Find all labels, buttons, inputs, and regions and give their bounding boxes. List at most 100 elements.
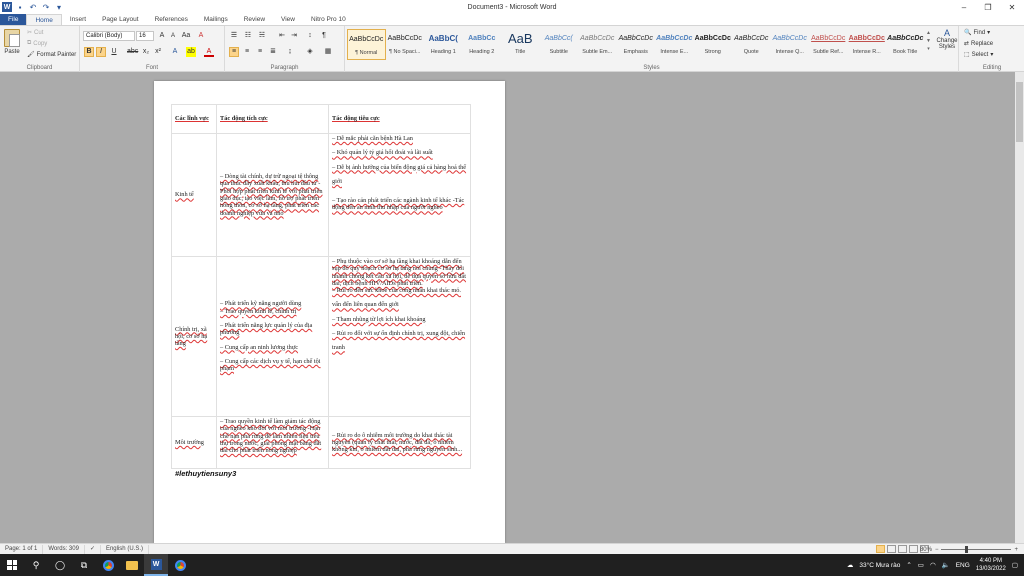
style-book-title[interactable]: AaBbCcDc Book Title xyxy=(886,29,925,60)
cortana-icon[interactable]: ◯ xyxy=(48,554,72,576)
document-page[interactable]: Các lĩnh vực Tác động tích cực Tác động … xyxy=(154,81,505,543)
font-size-select[interactable]: 16 xyxy=(136,31,154,41)
style-heading-1[interactable]: AaBbC(Heading 1 xyxy=(424,29,463,60)
restore-icon[interactable]: ❐ xyxy=(976,0,1000,14)
replace-button[interactable]: ⇄ Replace xyxy=(964,40,993,48)
page-count[interactable]: Page: 1 of 1 xyxy=(0,544,44,554)
numbering-icon[interactable]: ☷ xyxy=(243,31,253,41)
zoom-slider[interactable] xyxy=(941,546,1012,553)
font-color-icon[interactable]: A xyxy=(204,47,214,57)
clear-formatting-icon[interactable]: A xyxy=(196,31,206,41)
scrollbar-thumb[interactable] xyxy=(1016,82,1023,142)
style-subtitle[interactable]: AaBbCc(Subtitle xyxy=(540,29,579,60)
bullets-icon[interactable]: ☰ xyxy=(229,31,239,41)
sort-icon[interactable]: ↕ xyxy=(305,31,315,41)
underline-button[interactable]: U xyxy=(109,47,119,57)
style-no-spacing[interactable]: AaBbCcDc ¶ No Spaci... xyxy=(386,29,425,60)
row-negative[interactable]: – Rủi ro do ô nhiễm môi trường do khai t… xyxy=(328,416,471,469)
word-count[interactable]: Words: 309 xyxy=(43,544,85,554)
style-quote[interactable]: AaBbCcDc Quote xyxy=(732,29,771,60)
clock[interactable]: 4:40 PM 13/03/2022 xyxy=(976,557,1006,573)
tab-file[interactable]: File xyxy=(0,14,27,25)
highlight-icon[interactable]: ab xyxy=(186,47,196,57)
multilevel-list-icon[interactable]: ☵ xyxy=(257,31,267,41)
word-taskbar-icon[interactable]: W xyxy=(144,554,168,576)
print-layout-icon[interactable] xyxy=(876,545,885,553)
redo-icon[interactable]: ↷ xyxy=(41,2,51,12)
undo-icon[interactable]: ↶ xyxy=(28,2,38,12)
decrease-indent-icon[interactable]: ⇤ xyxy=(277,31,287,41)
zoom-slider-knob[interactable] xyxy=(965,546,969,553)
row-negative[interactable]: – Phụ thuộc vào cơ sở hạ tầng khai khoán… xyxy=(328,256,471,417)
styles-scroll[interactable]: ▲ ▼ ▾ xyxy=(926,30,931,52)
full-screen-reading-icon[interactable] xyxy=(887,545,896,553)
chrome-icon[interactable] xyxy=(96,554,120,576)
zoom-level[interactable]: 80% xyxy=(920,547,932,553)
tab-references[interactable]: References xyxy=(147,14,196,25)
change-styles-button[interactable]: A Change Styles xyxy=(935,29,959,51)
row-field[interactable]: Chính trị, xã hội, cơ sở hạ tầng xyxy=(171,256,217,417)
language-indicator[interactable]: English (U.S.) xyxy=(101,544,149,554)
align-right-icon[interactable]: ≡ xyxy=(255,47,265,57)
strikethrough-button[interactable]: abc xyxy=(127,47,138,57)
tab-mailings[interactable]: Mailings xyxy=(196,14,236,25)
wifi-icon[interactable]: ◠ xyxy=(930,561,936,569)
find-button[interactable]: 🔍 Find ▾ xyxy=(964,29,990,37)
cut-button[interactable]: ✂ Cut xyxy=(27,29,43,37)
close-icon[interactable]: ✕ xyxy=(1000,0,1024,14)
align-left-icon[interactable]: ≡ xyxy=(229,47,239,57)
grow-font-icon[interactable]: A xyxy=(157,31,167,41)
customize-qat-icon[interactable]: ▾ xyxy=(54,2,64,12)
style-intense-emphasis[interactable]: AaBbCcDc Intense E... xyxy=(655,29,694,60)
save-icon[interactable]: ▪ xyxy=(15,2,25,12)
input-language[interactable]: ENG xyxy=(956,562,970,569)
style-emphasis[interactable]: AaBbCcDc Emphasis xyxy=(617,29,656,60)
minimize-icon[interactable]: – xyxy=(952,0,976,14)
row-positive[interactable]: – Dòng tài chính, dự trữ ngoại tệ thông … xyxy=(216,133,329,257)
show-marks-icon[interactable]: ¶ xyxy=(319,31,329,41)
tab-page-layout[interactable]: Page Layout xyxy=(94,14,147,25)
zoom-in-icon[interactable]: + xyxy=(1014,547,1018,553)
outline-icon[interactable] xyxy=(909,545,918,553)
search-icon[interactable]: ⚲ xyxy=(24,554,48,576)
tab-view[interactable]: View xyxy=(273,14,303,25)
bold-button[interactable]: B xyxy=(84,47,94,57)
weather-icon[interactable]: ☁ xyxy=(847,561,854,569)
borders-icon[interactable]: ▦ xyxy=(323,47,333,57)
web-layout-icon[interactable] xyxy=(898,545,907,553)
format-painter-button[interactable]: 🖌 Format Painter xyxy=(27,51,76,59)
style-title[interactable]: AaB Title xyxy=(501,29,540,60)
weather-text[interactable]: 33°C Mưa rào xyxy=(859,562,900,569)
zoom-out-icon[interactable]: − xyxy=(935,547,939,553)
italic-button[interactable]: I xyxy=(96,47,106,57)
line-spacing-icon[interactable]: ↨ xyxy=(285,47,295,57)
superscript-button[interactable]: x² xyxy=(153,47,163,57)
justify-icon[interactable]: ≣ xyxy=(268,47,278,57)
change-case-icon[interactable]: Aa xyxy=(181,31,191,41)
notifications-icon[interactable]: ▢ xyxy=(1012,561,1018,569)
header-positive[interactable]: Tác động tích cực xyxy=(216,104,329,134)
increase-indent-icon[interactable]: ⇥ xyxy=(289,31,299,41)
chevron-up-icon[interactable]: ⌃ xyxy=(906,561,911,569)
text-effects-icon[interactable]: A xyxy=(170,47,180,57)
content-table[interactable]: Các lĩnh vực Tác động tích cực Tác động … xyxy=(171,104,471,469)
header-field[interactable]: Các lĩnh vực xyxy=(171,104,217,134)
tab-insert[interactable]: Insert xyxy=(62,14,94,25)
start-button[interactable] xyxy=(0,554,24,576)
row-field[interactable]: Môi trường xyxy=(171,416,217,469)
paste-button[interactable]: Paste xyxy=(4,29,20,55)
row-negative[interactable]: – Dễ mắc phải căn bệnh Hà Lan – Khó quản… xyxy=(328,133,471,257)
network-icon[interactable]: ▭ xyxy=(918,561,924,569)
row-field[interactable]: Kinh tế xyxy=(171,133,217,257)
proofing-icon[interactable]: ✓ xyxy=(85,544,101,554)
word-logo-icon[interactable]: W xyxy=(2,2,12,12)
style-subtle-reference[interactable]: AaBbCcDc Subtle Ref... xyxy=(809,29,848,60)
font-family-select[interactable]: Calibri (Body) xyxy=(83,31,135,41)
row-positive[interactable]: – Trao quyền kinh tế làm giảm tác động c… xyxy=(216,416,329,469)
style-normal[interactable]: AaBbCcDc ¶ Normal xyxy=(347,29,386,60)
style-heading-2[interactable]: AaBbCc Heading 2 xyxy=(463,29,502,60)
hashtag-text[interactable]: #lethuytiensuny3 xyxy=(175,469,236,478)
subscript-button[interactable]: x₂ xyxy=(141,47,151,57)
vertical-scrollbar[interactable] xyxy=(1015,72,1024,543)
tab-review[interactable]: Review xyxy=(236,14,273,25)
